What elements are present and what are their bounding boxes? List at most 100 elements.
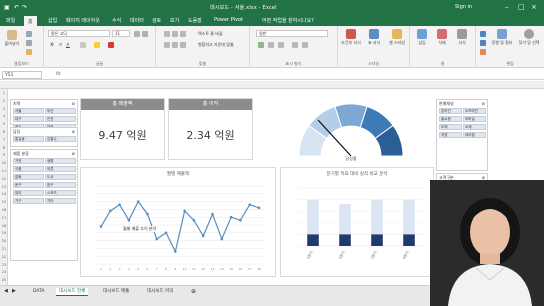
- line-point[interactable]: [211, 212, 214, 216]
- tab-power-pivot[interactable]: Power Pivot: [214, 17, 243, 23]
- line-point[interactable]: [220, 237, 224, 241]
- line-point[interactable]: [155, 237, 159, 241]
- italic-button[interactable]: 가: [58, 42, 62, 48]
- line-point[interactable]: [192, 219, 196, 222]
- tab-formulas[interactable]: 수식: [112, 17, 121, 24]
- slicer-item[interactable]: 부산: [45, 108, 76, 114]
- slicer-item[interactable]: 생활: [45, 158, 76, 164]
- tab-page-layout[interactable]: 페이지 레이아웃: [66, 17, 100, 24]
- filter-clear-icon[interactable]: ⊠: [482, 101, 485, 106]
- tab-data[interactable]: 데이터: [130, 17, 144, 24]
- slicer-item[interactable]: 대구: [13, 116, 44, 122]
- increase-decimal-icon[interactable]: [292, 42, 298, 48]
- tell-me-search[interactable]: 어떤 작업을 원하시나요?: [262, 17, 314, 24]
- tab-home[interactable]: 홈: [24, 16, 37, 26]
- row-number[interactable]: 25: [0, 278, 8, 282]
- slicer-item[interactable]: 소매: [463, 124, 486, 130]
- sheet-tab-dashboard-profit[interactable]: 대시보드 이익: [144, 288, 176, 296]
- row-number[interactable]: 12: [0, 177, 8, 181]
- slicer-item[interactable]: 식품: [13, 166, 44, 172]
- slicer-item[interactable]: 잡화: [13, 174, 44, 180]
- line-point[interactable]: [239, 219, 242, 222]
- line-point[interactable]: [108, 209, 112, 213]
- next-sheet-icon[interactable]: ▶: [12, 288, 16, 294]
- slicer-item[interactable]: 가전: [13, 158, 44, 164]
- tab-file[interactable]: 파일: [6, 17, 15, 24]
- slicer-item[interactable]: 뷰티: [13, 190, 44, 196]
- filter-clear-icon[interactable]: ⊠: [72, 129, 75, 134]
- slicer-item[interactable]: 의류: [45, 166, 76, 172]
- line-point[interactable]: [229, 215, 233, 219]
- wrap-text-button[interactable]: 텍스트 줄 바꿈: [196, 31, 244, 38]
- save-icon[interactable]: ▣: [4, 4, 10, 11]
- clear-icon[interactable]: [480, 49, 486, 55]
- row-number[interactable]: 3: [0, 107, 8, 111]
- row-number[interactable]: 23: [0, 263, 8, 267]
- line-point[interactable]: [127, 219, 131, 222]
- align-right-icon[interactable]: [180, 42, 186, 48]
- cut-icon[interactable]: [26, 31, 32, 37]
- sort-filter-button[interactable]: 정렬 및 필터: [490, 29, 514, 46]
- merge-center-button[interactable]: 병합하고 가운데 맞춤: [196, 42, 248, 49]
- format-painter-icon[interactable]: [26, 49, 32, 55]
- line-point[interactable]: [146, 212, 149, 216]
- align-top-icon[interactable]: [164, 31, 170, 37]
- format-as-table-button[interactable]: 표 서식: [364, 29, 384, 46]
- line-point[interactable]: [99, 225, 103, 228]
- bold-button[interactable]: 가: [50, 42, 54, 48]
- fill-icon[interactable]: [480, 40, 486, 46]
- row-number[interactable]: 22: [0, 255, 8, 259]
- close-icon[interactable]: ×: [531, 3, 537, 11]
- slicer-item[interactable]: 도매: [439, 124, 462, 130]
- actual-bar[interactable]: [307, 234, 319, 246]
- fx-icon[interactable]: fx: [56, 71, 61, 77]
- line-point[interactable]: [164, 231, 168, 235]
- line-point[interactable]: [201, 234, 205, 238]
- maximize-icon[interactable]: □: [518, 3, 525, 11]
- row-number[interactable]: 15: [0, 200, 8, 204]
- row-number[interactable]: 7: [0, 138, 8, 142]
- align-bottom-icon[interactable]: [180, 31, 186, 37]
- row-number[interactable]: 8: [0, 146, 8, 150]
- format-cells-button[interactable]: 서식: [452, 29, 472, 46]
- tab-review[interactable]: 검토: [152, 17, 161, 24]
- align-center-icon[interactable]: [172, 42, 178, 48]
- actual-bar[interactable]: [403, 234, 415, 246]
- row-number[interactable]: 16: [0, 208, 8, 212]
- border-icon[interactable]: [80, 42, 86, 48]
- name-box[interactable]: Y51: [2, 71, 42, 79]
- slicer-item[interactable]: 온라인: [439, 108, 462, 114]
- slicer-item[interactable]: 홈쇼핑: [439, 116, 462, 122]
- decrease-decimal-icon[interactable]: [302, 42, 308, 48]
- row-number[interactable]: 2: [0, 99, 8, 103]
- redo-icon[interactable]: ↷: [22, 4, 27, 11]
- line-point[interactable]: [118, 203, 121, 207]
- sheet-tab-dashboard-all[interactable]: 대시보드 전체: [56, 288, 89, 296]
- font-color-icon[interactable]: [108, 42, 114, 48]
- row-number[interactable]: 9: [0, 153, 8, 157]
- slicer-item[interactable]: 스포츠: [45, 190, 76, 196]
- slicer-item[interactable]: 서울: [13, 108, 44, 114]
- autosum-icon[interactable]: [480, 31, 486, 37]
- find-select-button[interactable]: 찾기 및 선택: [516, 29, 542, 46]
- slicer-item[interactable]: 도서: [45, 174, 76, 180]
- copy-icon[interactable]: [26, 40, 32, 46]
- row-number[interactable]: 21: [0, 247, 8, 251]
- filter-clear-icon[interactable]: ⊠: [72, 151, 75, 156]
- sheet-tab-data[interactable]: DATA: [30, 288, 48, 296]
- sheet-tab-dashboard-sales[interactable]: 대시보드 매출: [100, 288, 132, 296]
- line-point[interactable]: [248, 203, 252, 207]
- conditional-format-button[interactable]: 조건부 서식: [340, 29, 362, 46]
- fill-color-icon[interactable]: [94, 42, 100, 48]
- align-left-icon[interactable]: [164, 42, 170, 48]
- currency-icon[interactable]: [258, 42, 264, 48]
- undo-icon[interactable]: ↶: [14, 4, 19, 11]
- row-number[interactable]: 14: [0, 192, 8, 196]
- row-number[interactable]: 10: [0, 161, 8, 165]
- line-point[interactable]: [257, 206, 261, 210]
- formula-input[interactable]: [70, 71, 540, 79]
- row-number[interactable]: 4: [0, 114, 8, 118]
- percent-icon[interactable]: [268, 42, 274, 48]
- row-number[interactable]: 5: [0, 122, 8, 126]
- slicer-item[interactable]: 대리점: [463, 132, 486, 138]
